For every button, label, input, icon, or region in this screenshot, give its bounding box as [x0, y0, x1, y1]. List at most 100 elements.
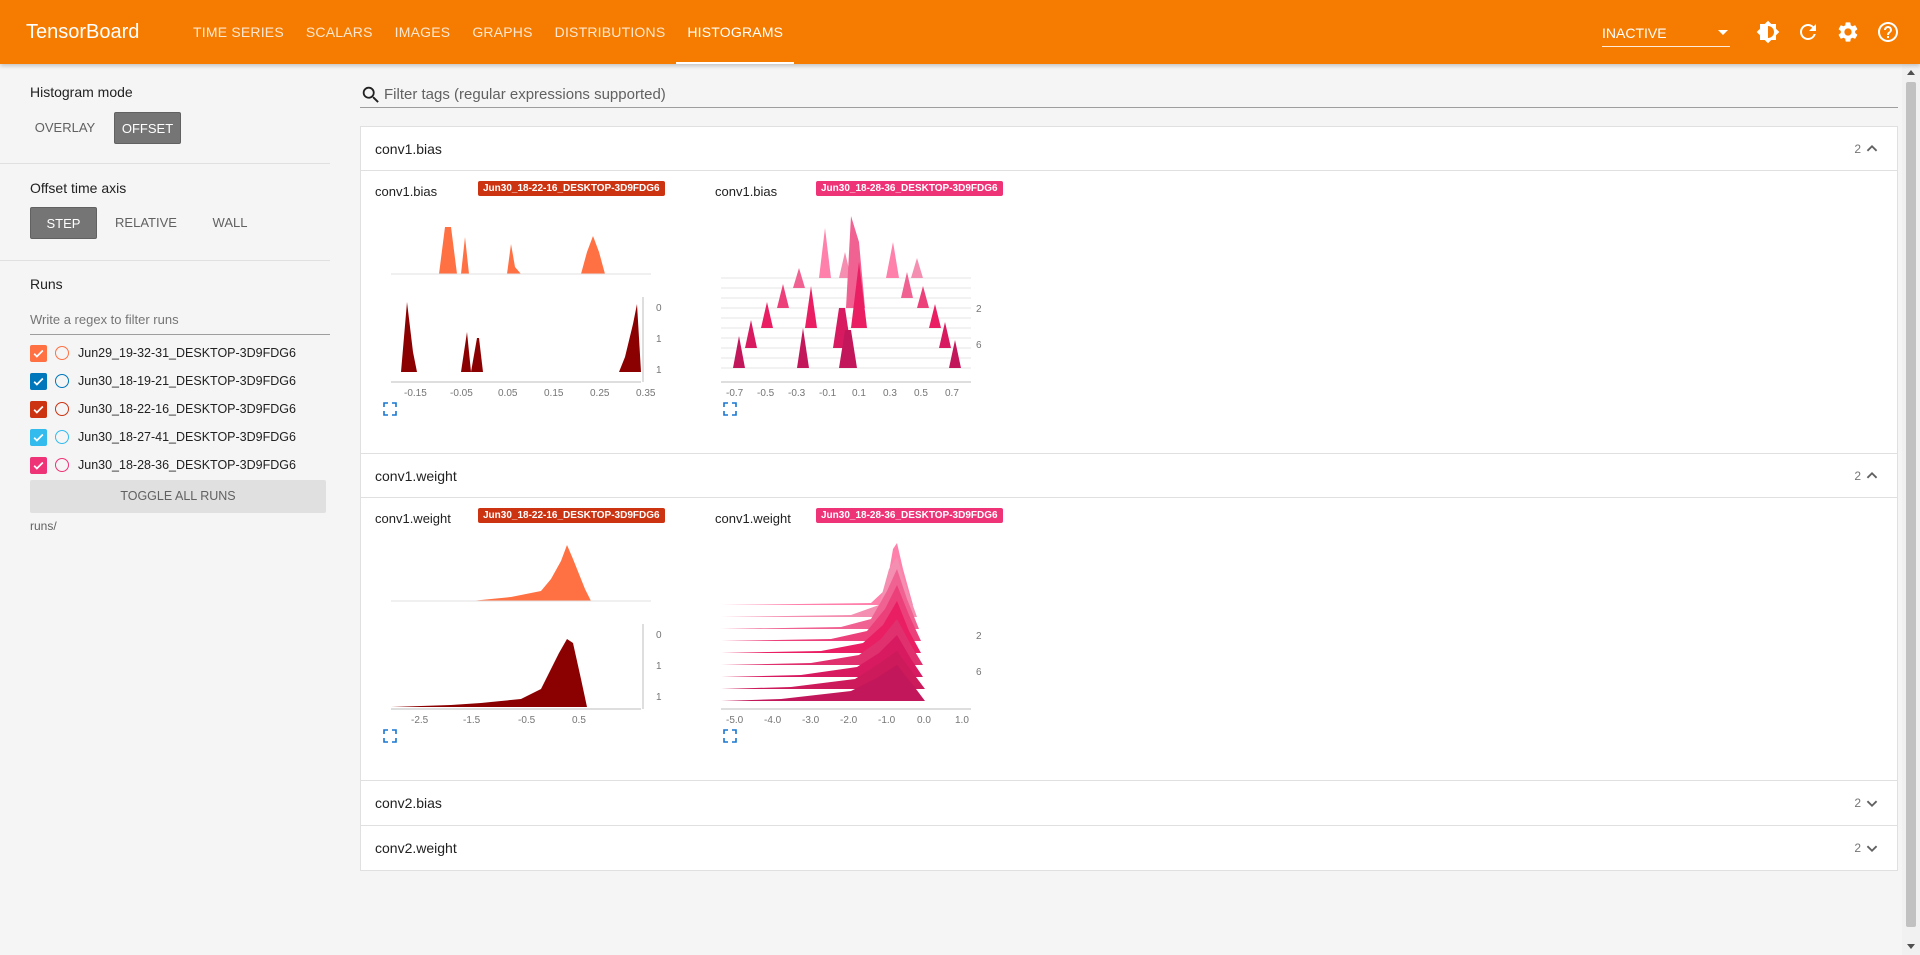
offset-axis-title: Offset time axis [30, 180, 127, 196]
x-tick: 0.5 [914, 388, 928, 399]
run-name: Jun30_18-22-16_DESKTOP-3D9FDG6 [78, 402, 296, 416]
x-tick: -4.0 [764, 715, 782, 726]
chevron-up-icon[interactable] [1861, 465, 1883, 487]
group-count: 2 [1854, 141, 1861, 156]
scroll-down-icon[interactable] [1906, 943, 1916, 951]
divider [0, 163, 330, 164]
x-tick: 0.35 [636, 388, 656, 399]
x-axis-ticks: -2.5 -1.5 -0.5 0.5 [411, 715, 661, 727]
x-tick: 0.15 [544, 388, 564, 399]
fullscreen-icon[interactable] [383, 402, 397, 416]
scroll-up-icon[interactable] [1906, 68, 1916, 76]
run-color-swatch-icon[interactable] [55, 458, 69, 472]
app-brand: TensorBoard [26, 20, 140, 43]
tab-graphs[interactable]: GRAPHS [461, 0, 543, 64]
histogram-series [733, 336, 745, 368]
chevron-up-icon[interactable] [1861, 138, 1883, 160]
x-tick: -0.1 [819, 388, 837, 399]
inactive-plugins-select[interactable]: INACTIVE [1602, 17, 1730, 47]
group-count: 2 [1854, 468, 1861, 483]
checkbox-checked-icon[interactable] [30, 344, 47, 362]
refresh-icon[interactable] [1788, 12, 1828, 52]
histogram-series [391, 639, 587, 707]
scroll-thumb[interactable] [1906, 82, 1916, 927]
scrollbar[interactable] [1902, 64, 1920, 955]
chevron-down-icon[interactable] [1861, 837, 1883, 859]
group-controls: 2 [1854, 792, 1883, 814]
tab-distributions[interactable]: DISTRIBUTIONS [544, 0, 677, 64]
run-color-swatch-icon[interactable] [55, 374, 69, 388]
group-header[interactable]: conv2.weight 2 [361, 826, 1897, 870]
overlay-button[interactable]: OVERLAY [30, 112, 100, 144]
x-tick: 0.05 [498, 388, 518, 399]
checkbox-checked-icon[interactable] [30, 428, 47, 446]
fullscreen-icon[interactable] [383, 729, 397, 743]
y-tick: 2 [976, 304, 982, 315]
run-badge: Jun30_18-28-36_DESKTOP-3D9FDG6 [816, 508, 1003, 523]
histogram-mode-title: Histogram mode [30, 84, 133, 100]
histogram-series [401, 302, 417, 372]
run-color-swatch-icon[interactable] [55, 430, 69, 444]
y-tick: 1 [656, 692, 662, 703]
tag-filter-input[interactable] [384, 86, 1184, 103]
histogram-card: conv1.bias Jun30_18-28-36_DESKTOP-3D9FDG… [701, 172, 1031, 422]
run-item[interactable]: Jun30_18-19-21_DESKTOP-3D9FDG6 [30, 371, 296, 391]
run-item[interactable]: Jun29_19-32-31_DESKTOP-3D9FDG6 [30, 343, 296, 363]
group-controls: 2 [1854, 465, 1883, 487]
x-tick: 0.7 [945, 388, 959, 399]
help-icon[interactable] [1868, 12, 1908, 52]
run-color-swatch-icon[interactable] [55, 402, 69, 416]
histogram-series [949, 340, 961, 368]
x-tick: 0.25 [590, 388, 610, 399]
step-button[interactable]: STEP [30, 207, 97, 239]
group-controls: 2 [1854, 138, 1883, 160]
group-title: conv2.bias [375, 795, 442, 811]
tab-histograms[interactable]: HISTOGRAMS [676, 0, 795, 64]
fullscreen-icon[interactable] [723, 729, 737, 743]
group-count: 2 [1854, 796, 1861, 810]
run-item[interactable]: Jun30_18-28-36_DESKTOP-3D9FDG6 [30, 455, 296, 475]
run-color-swatch-icon[interactable] [55, 346, 69, 360]
checkbox-checked-icon[interactable] [30, 400, 47, 418]
histogram-chart [721, 543, 971, 710]
tag-filter [360, 82, 1898, 108]
card-tag: conv1.weight [715, 511, 791, 526]
histogram-series [886, 242, 899, 278]
histogram-series [455, 237, 469, 274]
x-tick: -0.7 [726, 388, 744, 399]
chevron-down-icon[interactable] [1861, 792, 1883, 814]
histogram-series [805, 286, 817, 328]
tab-time-series[interactable]: TIME SERIES [182, 0, 295, 64]
histogram-series [461, 332, 471, 372]
tab-scalars[interactable]: SCALARS [295, 0, 384, 64]
x-tick: 0.5 [572, 715, 586, 726]
fullscreen-icon[interactable] [723, 402, 737, 416]
runs-filter-input[interactable]: Write a regex to filter runs [30, 309, 330, 335]
y-tick: 1 [656, 365, 662, 376]
x-tick: -0.3 [788, 388, 806, 399]
y-tick: 6 [976, 667, 982, 678]
toggle-all-runs-button[interactable]: TOGGLE ALL RUNS [30, 480, 326, 513]
run-item[interactable]: Jun30_18-27-41_DESKTOP-3D9FDG6 [30, 427, 296, 447]
brightness-icon[interactable] [1748, 12, 1788, 52]
group-header[interactable]: conv1.weight 2 [361, 454, 1897, 498]
histogram-chart [391, 227, 651, 383]
wall-button[interactable]: WALL [200, 207, 260, 239]
group-header[interactable]: conv1.bias 2 [361, 127, 1897, 171]
x-axis-ticks: -0.15 -0.05 0.05 0.15 0.25 0.35 [404, 388, 656, 400]
group-header[interactable]: conv2.bias 2 [361, 781, 1897, 825]
x-tick: 0.3 [883, 388, 897, 399]
x-tick: -2.5 [411, 715, 429, 726]
checkbox-checked-icon[interactable] [30, 372, 47, 390]
x-axis-ticks: -0.7 -0.5 -0.3 -0.1 0.1 0.3 0.5 0.7 [726, 388, 976, 400]
x-tick: -1.0 [878, 715, 896, 726]
x-tick: 0.1 [852, 388, 866, 399]
relative-button[interactable]: RELATIVE [108, 207, 184, 239]
run-name: Jun29_19-32-31_DESKTOP-3D9FDG6 [78, 346, 296, 360]
histogram-series [471, 338, 483, 372]
run-item[interactable]: Jun30_18-22-16_DESKTOP-3D9FDG6 [30, 399, 296, 419]
tab-images[interactable]: IMAGES [384, 0, 462, 64]
checkbox-checked-icon[interactable] [30, 456, 47, 474]
settings-icon[interactable] [1828, 12, 1868, 52]
offset-button[interactable]: OFFSET [114, 112, 181, 144]
